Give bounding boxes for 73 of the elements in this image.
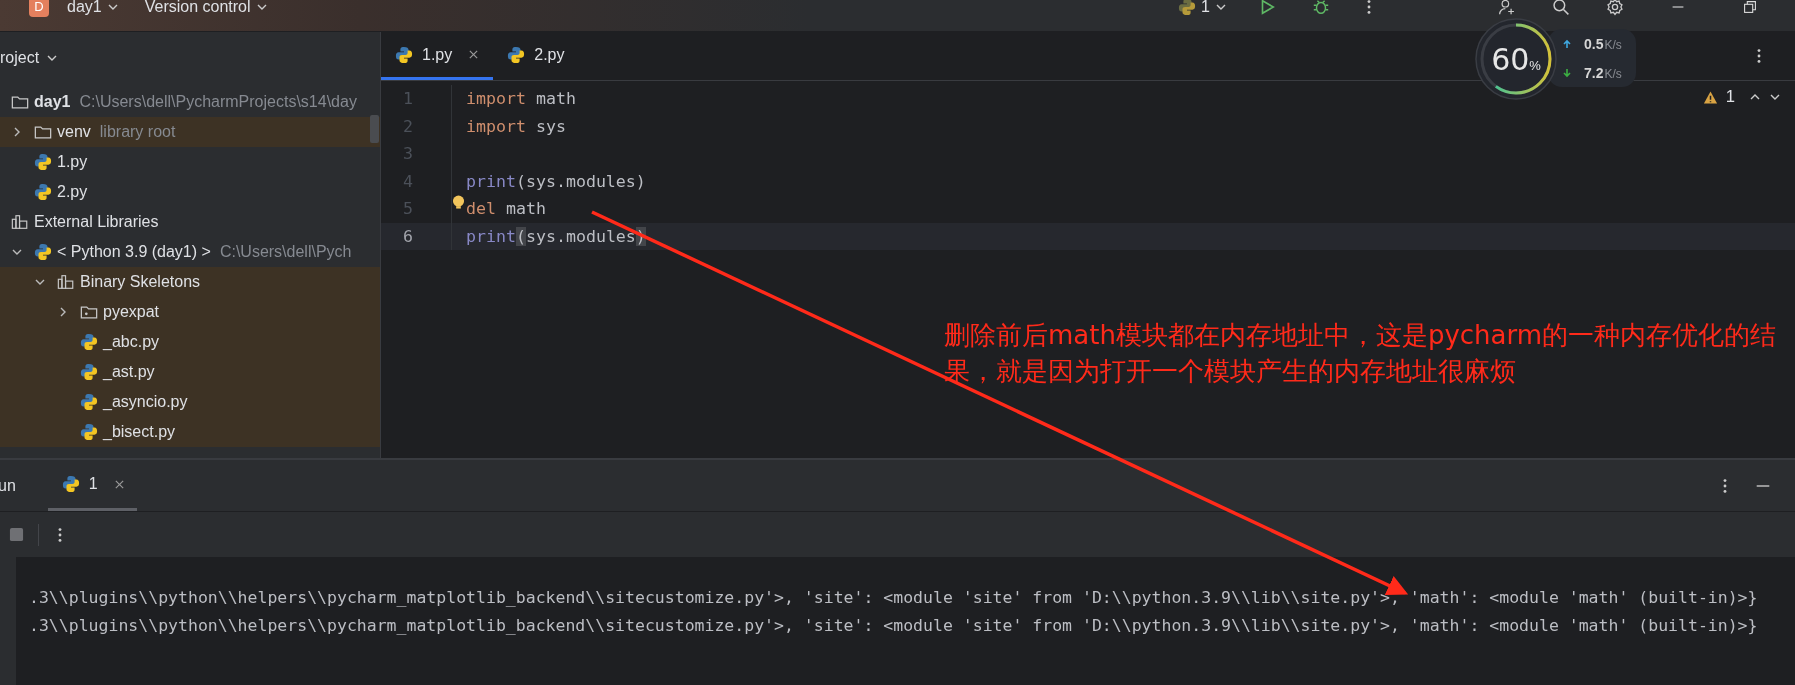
path-hint: C:\Users\dell\Pych [219, 243, 352, 261]
line-number: 6 [402, 226, 414, 246]
close-icon[interactable] [468, 49, 480, 60]
tree-item[interactable]: day1 C:\Users\dell\PycharmProjects\s14\day [0, 87, 380, 117]
stop-icon[interactable] [9, 527, 24, 542]
tree-item[interactable]: _abc.py [0, 327, 380, 357]
python-icon [80, 393, 98, 411]
tree-item[interactable]: venv library root [0, 117, 380, 147]
python-icon [80, 333, 98, 351]
tab-label[interactable]: 1.py [422, 45, 453, 64]
tree-item[interactable]: _asyncio.py [0, 387, 380, 417]
tree-item[interactable]: 2.py [0, 177, 380, 207]
percent-unit: % [1529, 57, 1541, 73]
package-icon [80, 303, 98, 321]
speed-unit: K/s [1604, 66, 1622, 81]
path-hint: library root [99, 123, 176, 141]
more-icon[interactable] [1756, 47, 1762, 65]
code-line: import math [466, 89, 576, 109]
tree-item[interactable]: 1.py [0, 147, 380, 177]
panel-title[interactable]: roject [0, 49, 40, 67]
tree-item[interactable]: < Python 3.9 (day1) > C:\Users\dell\Pych [0, 237, 380, 267]
python-icon [34, 243, 52, 261]
python-icon [34, 183, 52, 201]
run-tab[interactable]: 1 [47, 460, 137, 511]
tree-item[interactable]: _bisect.py [0, 417, 380, 447]
path-hint: C:\Users\dell\PycharmProjects\s14\day [79, 93, 357, 111]
code-line: print(sys.modules) [466, 171, 646, 191]
warning-count[interactable]: 1 [1725, 87, 1735, 107]
python-icon [80, 363, 98, 381]
tree-item[interactable]: External Libraries [0, 207, 380, 237]
library-icon [11, 213, 29, 231]
more-icon[interactable] [1366, 0, 1372, 16]
upload-speed: 0.5 [1584, 35, 1604, 52]
python-icon [1178, 0, 1197, 16]
console-output-line: .3\\plugins\\python\\helpers\\pycharm_matplotlib_backend\\sitecustomize.py'>, 'site': <module 'site' from 'D:\\python.3.9\\lib\\site.py'>, 'math': <module 'math' (built-in)>} [29, 615, 1758, 637]
restore-icon[interactable] [1741, 0, 1759, 16]
annotation-text: 删除前后math模块都在内存地址中，这是pycharm的一种内存优化的结果，就是因为打开一个模块产生的内存地址很麻烦 [944, 319, 1778, 388]
vcs-menu[interactable]: Version control [136, 0, 276, 16]
python-icon [395, 45, 413, 64]
more-icon[interactable] [57, 525, 63, 544]
console-output-line: .3\\plugins\\python\\helpers\\pycharm_matplotlib_backend\\sitecustomize.py'>, 'site': <module 'site' from 'D:\\python.3.9\\lib\\site.py'>, 'math': <module 'math' (built-in)>} [29, 587, 1758, 609]
tab-label[interactable]: 1 [88, 475, 98, 493]
settings-icon[interactable] [1606, 0, 1624, 16]
folder-icon [11, 93, 29, 111]
speed-unit: K/s [1604, 37, 1622, 52]
library-icon [57, 273, 75, 291]
python-icon [507, 45, 526, 64]
scrollbar-thumb[interactable] [370, 115, 379, 143]
tree-item[interactable]: pyexpat [0, 297, 380, 327]
file-tab[interactable]: 2.py [493, 32, 579, 80]
more-icon[interactable] [1722, 476, 1728, 495]
tab-label[interactable]: 2.py [534, 45, 565, 64]
run-configuration-menu[interactable]: 1 [1170, 0, 1235, 16]
close-icon[interactable] [113, 478, 125, 490]
python-icon [34, 153, 52, 171]
python-icon [80, 423, 98, 441]
file-tab[interactable]: 1.py [381, 32, 494, 80]
folder-icon [34, 123, 52, 141]
add-user-icon[interactable] [1498, 0, 1516, 16]
python-icon [61, 475, 80, 493]
tree-item[interactable]: _ast.py [0, 357, 380, 387]
search-icon[interactable] [1552, 0, 1570, 16]
download-speed: 7.2 [1584, 64, 1604, 81]
download-arrow-icon [1562, 67, 1572, 78]
project-menu[interactable]: day1 [59, 0, 127, 16]
lightbulb-icon[interactable] [452, 195, 465, 210]
bug-icon[interactable] [1312, 0, 1330, 16]
code-line: import sys [466, 116, 566, 136]
usage-percent: 60 [1491, 41, 1530, 77]
tree-item[interactable]: Binary Skeletons [0, 267, 380, 297]
code-line: del math [466, 199, 546, 219]
warning-icon[interactable] [1702, 89, 1718, 105]
upload-arrow-icon [1562, 38, 1572, 49]
